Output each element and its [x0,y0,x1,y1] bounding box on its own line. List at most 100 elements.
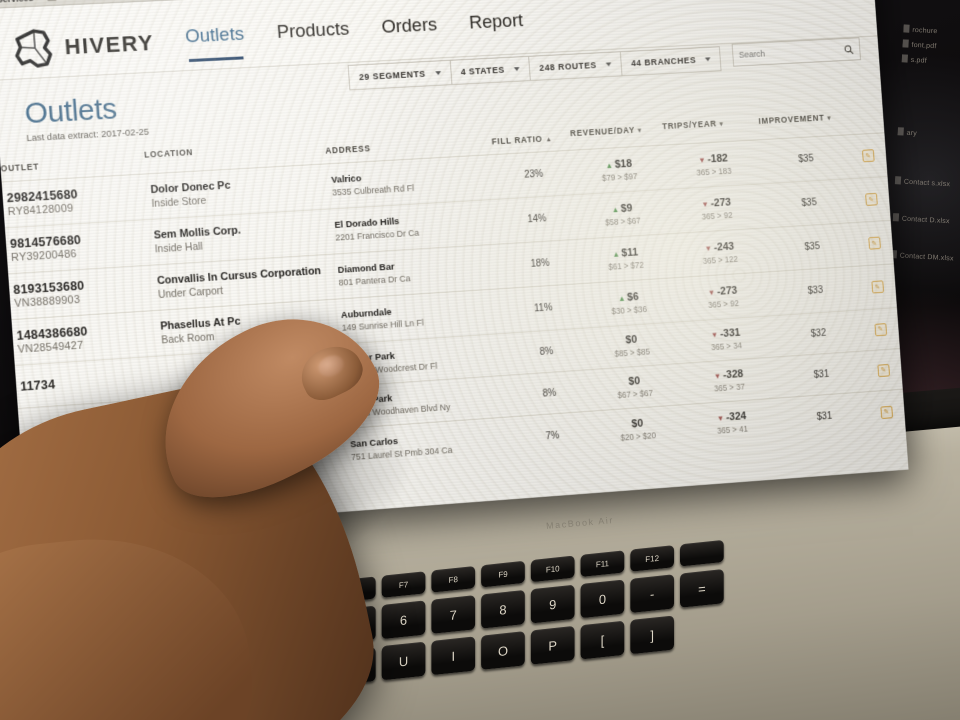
arrow-down-icon: ▼ [704,243,713,253]
cell-action[interactable]: ✎ [851,176,891,223]
filter-label: 29 SEGMENTS [358,68,426,83]
hivery-app: HIVERY Outlets Products Orders Report De… [0,0,909,536]
arrow-up-icon: ▲ [611,204,620,214]
cell-improvement: $31 [778,391,870,441]
cell-action[interactable]: ✎ [848,132,888,179]
edit-icon[interactable]: ✎ [861,149,875,163]
chevron-down-icon [705,57,711,62]
key-p[interactable]: P [530,625,575,665]
tab-report[interactable]: Report [468,11,524,49]
desktop-file: Contact D.xlsx [901,215,950,226]
desktop-file: ary [906,129,918,138]
filter-label: 4 STATES [460,64,505,77]
filter-label: 248 ROUTES [539,60,597,73]
main-nav[interactable]: Outlets Products Orders Report [183,0,525,62]
filter-states[interactable]: 4 STATES [449,55,531,86]
edit-icon[interactable]: ✎ [877,363,890,377]
search-icon[interactable] [844,44,855,55]
key-9[interactable]: 9 [530,584,575,624]
search-input[interactable] [738,45,831,60]
key-i[interactable]: I [431,636,476,676]
cell-improvement: $32 [772,309,865,357]
filter-branches[interactable]: 44 BRANCHES [619,46,722,77]
key-f11[interactable]: F11 [580,550,625,578]
arrow-down-icon: ▼ [707,287,716,297]
cell-fill-ratio: 11% [502,283,585,334]
arrow-down-icon: ▼ [716,413,725,424]
col-fill-ratio-label: FILL RATIO [491,133,543,147]
col-trips-label: TRIPS/YEAR [661,118,718,132]
cell-revenue: ▲$6 $30 > $36 [580,277,677,329]
cell-fill-ratio: 18% [499,239,581,289]
key-power[interactable] [680,539,724,567]
cell-improvement: $35 [763,178,855,228]
cell-action[interactable]: ✎ [854,220,894,267]
outlet-id: 11734 [19,376,56,394]
cell-fill-ratio: 7% [511,411,594,461]
edit-icon[interactable]: ✎ [874,322,887,336]
cell-trips: ▼-182 365 > 183 [663,139,764,190]
key-f9[interactable]: F9 [481,560,525,588]
cell-action[interactable]: ✎ [864,348,903,392]
tab-products[interactable]: Products [276,19,351,58]
menubar-item-files[interactable]: Files [47,0,80,2]
key-y[interactable]: Y [331,646,376,686]
filter-routes[interactable]: 248 ROUTES [528,51,623,82]
cell-revenue: ▲$9 $58 > $67 [574,189,670,240]
arrow-up-icon: ▲ [617,293,626,303]
menubar-item-services[interactable]: Services [0,0,34,5]
key-minus[interactable]: - [630,574,675,614]
menubar-label: Services [0,0,34,5]
cell-revenue: ▲$18 $79 > $97 [571,145,667,195]
edit-icon[interactable]: ✎ [871,280,884,294]
cell-action[interactable]: ✎ [861,307,900,351]
key-equals[interactable]: = [680,569,724,608]
location-detail [164,367,337,379]
cell-action[interactable]: ✎ [866,389,906,435]
arrow-down-icon: ▼ [701,199,710,209]
arrow-up-icon: ▲ [605,160,614,170]
brand-logo-area[interactable]: HIVERY [0,0,181,71]
cell-trips: ▼-328 365 > 37 [679,356,779,405]
cell-trips: ▼-273 365 > 92 [666,183,767,234]
chevron-down-icon: ▾ [637,127,643,135]
cell-fill-ratio: 8% [508,369,591,417]
arrow-down-icon: ▼ [698,155,706,165]
key-bracket-left[interactable]: [ [580,620,625,660]
table-body: 2982415680 RY84128009 Dolor Donec Pc Ins… [1,132,906,496]
key-o[interactable]: O [481,631,525,670]
location-name [164,365,337,377]
tab-orders[interactable]: Orders [381,15,439,53]
chevron-down-icon: ▾ [827,115,832,123]
key-7[interactable]: 7 [431,595,476,634]
outlet-code [23,421,159,430]
edit-icon[interactable]: ✎ [880,405,893,419]
key-8[interactable]: 8 [481,589,525,629]
key-u[interactable]: U [381,641,426,681]
key-f7[interactable]: F7 [381,571,426,598]
cell-action[interactable]: ✎ [857,263,897,310]
key-0[interactable]: 0 [580,579,625,619]
edit-icon[interactable]: ✎ [864,192,878,206]
key-f10[interactable]: F10 [530,555,575,583]
key-f12[interactable]: F12 [630,545,675,572]
location-detail: Laundry Room [166,410,235,427]
cell-fill-ratio: 14% [495,194,578,244]
edit-icon[interactable]: ✎ [867,236,881,250]
desktop-file: rochure [912,26,938,36]
folder-icon [47,0,57,1]
chevron-down-icon [605,62,612,67]
key-f0[interactable]: F0 [331,576,376,604]
key-bracket-right[interactable]: ] [630,615,675,655]
key-f8[interactable]: F8 [431,565,476,593]
cell-improvement: $35 [760,134,852,184]
hivery-hex-logo-icon [15,29,53,68]
key-6[interactable]: 6 [381,600,426,640]
filter-segments[interactable]: 29 SEGMENTS [347,59,453,91]
cell-fill-ratio: 8% [505,328,588,376]
cell-outlet[interactable] [20,441,168,496]
col-revenue-label: REVENUE/DAY [569,124,636,139]
cell-trips: ▼-243 365 > 122 [669,227,770,278]
key-5[interactable]: 5 [331,605,376,645]
tab-outlets[interactable]: Outlets [185,24,246,62]
